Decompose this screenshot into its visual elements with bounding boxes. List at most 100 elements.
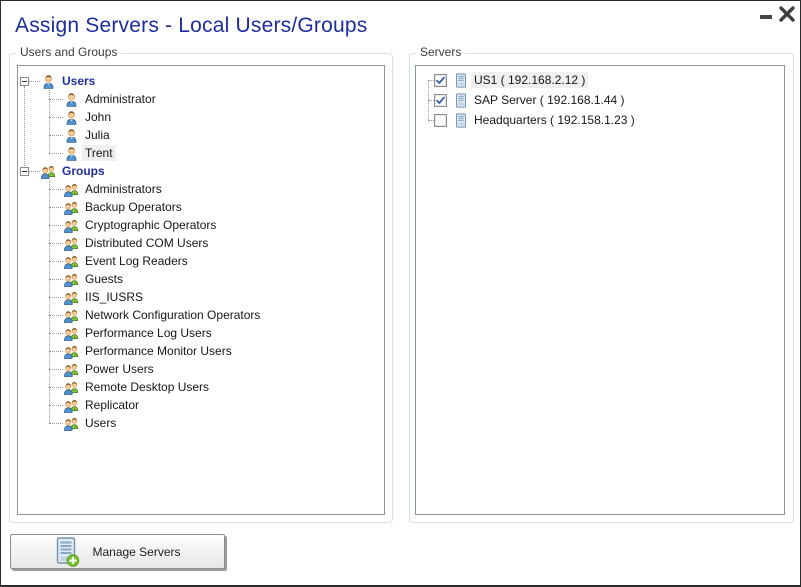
tree-root-groups[interactable]: Groups — [18, 162, 384, 180]
tree-item-administrator[interactable]: Administrator — [18, 90, 384, 108]
tree-line — [24, 86, 25, 166]
tree-line — [49, 180, 50, 423]
tree-item-distributed-com-users[interactable]: Distributed COM Users — [18, 234, 384, 252]
tree-item-label[interactable]: Administrators — [85, 182, 162, 196]
group-icon — [63, 326, 80, 341]
group-icon — [63, 182, 80, 197]
minimize-button[interactable] — [758, 11, 774, 21]
group-icon — [63, 200, 80, 215]
tree-item-label[interactable]: Network Configuration Operators — [85, 308, 260, 322]
group-icon — [63, 380, 80, 395]
group-icon — [40, 164, 57, 179]
tree-item-label[interactable]: Groups — [62, 164, 105, 178]
tree-item-label[interactable]: Replicator — [85, 398, 139, 412]
server-label[interactable]: US1 ( 192.168.2.12 ) — [471, 72, 588, 88]
server-label[interactable]: SAP Server ( 192.168.1.44 ) — [474, 93, 625, 107]
tree-line — [29, 81, 40, 82]
group-icon — [63, 308, 80, 323]
tree-item-trent[interactable]: Trent — [18, 144, 384, 162]
tree-item-julia[interactable]: Julia — [18, 126, 384, 144]
tree-item-label[interactable]: Julia — [85, 128, 110, 142]
tree-item-label[interactable]: Power Users — [85, 362, 154, 376]
tree-item-iis-iusrs[interactable]: IIS_IUSRS — [18, 288, 384, 306]
group-icon — [63, 362, 80, 377]
tree-item-label[interactable]: Event Log Readers — [85, 254, 188, 268]
user-icon — [63, 146, 80, 161]
group-icon — [63, 290, 80, 305]
tree-line — [49, 189, 63, 190]
tree-line — [49, 351, 63, 352]
tree-item-label[interactable]: Users — [85, 416, 116, 430]
users-groups-tree[interactable]: Users Administrator John Julia Trent Gro… — [17, 65, 385, 515]
tree-item-administrators[interactable]: Administrators — [18, 180, 384, 198]
tree-line — [49, 333, 63, 334]
tree-line — [49, 135, 63, 136]
tree-item-label[interactable]: Backup Operators — [85, 200, 182, 214]
manage-servers-label: Manage Servers — [92, 545, 180, 559]
close-icon — [778, 10, 796, 27]
tree-root-users[interactable]: Users — [18, 72, 384, 90]
server-row-us1[interactable]: US1 ( 192.168.2.12 ) — [416, 70, 784, 90]
tree-item-remote-desktop-users[interactable]: Remote Desktop Users — [18, 378, 384, 396]
tree-item-label[interactable]: Performance Log Users — [85, 326, 212, 340]
tree-item-label[interactable]: Trent — [82, 145, 116, 161]
manage-servers-button[interactable]: Manage Servers — [10, 534, 225, 569]
group-icon — [63, 218, 80, 233]
tree-line — [49, 117, 63, 118]
tree-item-label[interactable]: IIS_IUSRS — [85, 290, 143, 304]
tree-item-power-users[interactable]: Power Users — [18, 360, 384, 378]
tree-item-replicator[interactable]: Replicator — [18, 396, 384, 414]
tree-item-cryptographic-operators[interactable]: Cryptographic Operators — [18, 216, 384, 234]
group-icon — [63, 398, 80, 413]
server-row-headquarters[interactable]: Headquarters ( 192.158.1.23 ) — [416, 110, 784, 130]
assign-servers-dialog: Assign Servers - Local Users/Groups User… — [0, 0, 801, 587]
server-icon — [455, 73, 467, 88]
tree-item-label[interactable]: Guests — [85, 272, 123, 286]
server-icon — [455, 93, 467, 108]
user-icon — [63, 92, 80, 107]
tree-item-label[interactable]: Users — [62, 74, 95, 88]
tree-line — [428, 80, 429, 120]
server-checkbox[interactable] — [434, 94, 447, 107]
group-icon — [63, 416, 80, 431]
tree-item-network-configuration-operators[interactable]: Network Configuration Operators — [18, 306, 384, 324]
tree-item-guests[interactable]: Guests — [18, 270, 384, 288]
tree-expand-toggle[interactable] — [20, 77, 29, 86]
tree-item-label[interactable]: Cryptographic Operators — [85, 218, 216, 232]
tree-item-event-log-readers[interactable]: Event Log Readers — [18, 252, 384, 270]
tree-item-john[interactable]: John — [18, 108, 384, 126]
group-icon — [63, 344, 80, 359]
tree-line — [49, 405, 63, 406]
tree-line — [49, 315, 63, 316]
server-label[interactable]: Headquarters ( 192.158.1.23 ) — [474, 113, 635, 127]
server-checkbox[interactable] — [434, 74, 447, 87]
server-icon — [455, 113, 467, 128]
servers-groupbox-label: Servers — [416, 45, 465, 59]
tree-item-performance-monitor-users[interactable]: Performance Monitor Users — [18, 342, 384, 360]
servers-list[interactable]: US1 ( 192.168.2.12 ) SAP Server ( 192.16… — [415, 65, 785, 515]
tree-item-label[interactable]: Distributed COM Users — [85, 236, 208, 250]
tree-item-label[interactable]: Administrator — [85, 92, 156, 106]
minimize-icon — [760, 15, 772, 19]
tree-item-label[interactable]: Remote Desktop Users — [85, 380, 209, 394]
tree-expand-toggle[interactable] — [20, 167, 29, 176]
server-checkbox[interactable] — [434, 114, 447, 127]
tree-item-users[interactable]: Users — [18, 414, 384, 432]
group-icon — [63, 254, 80, 269]
users-groups-groupbox: Users and Groups Users Administrator Joh… — [9, 53, 393, 523]
tree-line — [49, 243, 63, 244]
tree-item-performance-log-users[interactable]: Performance Log Users — [18, 324, 384, 342]
servers-groupbox: Servers US1 ( 192.168.2.12 ) SAP Server … — [409, 53, 794, 523]
close-button[interactable] — [778, 5, 796, 23]
tree-item-label[interactable]: Performance Monitor Users — [85, 344, 232, 358]
tree-item-label[interactable]: John — [85, 110, 111, 124]
group-icon — [63, 236, 80, 251]
tree-line — [49, 387, 63, 388]
server-row-sap-server[interactable]: SAP Server ( 192.168.1.44 ) — [416, 90, 784, 110]
group-icon — [63, 272, 80, 287]
tree-line — [49, 207, 63, 208]
tree-line — [49, 279, 63, 280]
tree-line — [49, 225, 63, 226]
tree-item-backup-operators[interactable]: Backup Operators — [18, 198, 384, 216]
users-groups-groupbox-label: Users and Groups — [16, 45, 121, 59]
